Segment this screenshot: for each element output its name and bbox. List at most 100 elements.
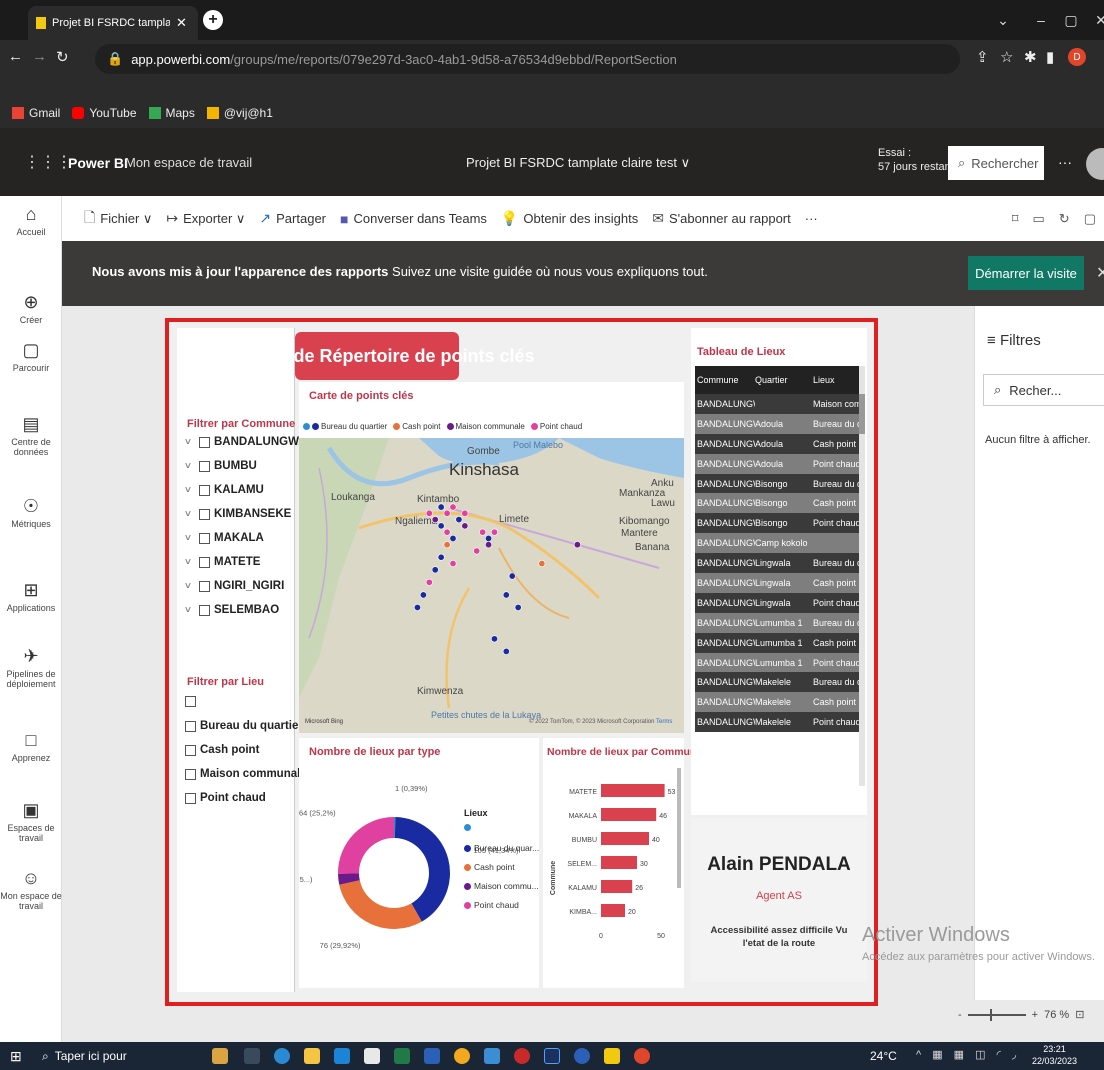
nav-item-creer[interactable]: ⊕ Créer: [0, 292, 62, 325]
excel-icon[interactable]: [394, 1048, 410, 1064]
report-title-dropdown[interactable]: Projet BI FSRDC tamplate claire test ∨: [466, 155, 690, 171]
map-point[interactable]: [443, 509, 451, 517]
share-page-icon[interactable]: ⇪: [976, 48, 989, 66]
donut-chart-visual[interactable]: Nombre de lieux par type 1 (0,39%) 105 (4…: [299, 738, 539, 988]
bookmark-icon[interactable]: ⌑: [1012, 211, 1019, 227]
nav-item-mon-espace[interactable]: ☺ Mon espace de travail: [0, 868, 62, 911]
table-row[interactable]: BANDALUNGWAMakelele Bureau du q: [695, 672, 859, 693]
table-scrollbar[interactable]: [859, 366, 865, 786]
start-tour-button[interactable]: Démarrer la visite: [968, 256, 1084, 290]
donut-slice[interactable]: [339, 880, 422, 929]
nav-item-espaces[interactable]: ▣ Espaces de travail: [0, 800, 62, 843]
donut-legend-item[interactable]: Cash point: [464, 862, 515, 872]
star-icon[interactable]: ☆: [1000, 48, 1013, 66]
map-point[interactable]: [490, 635, 498, 643]
slicer-commune-item[interactable]: ˅ BANDALUNGWA: [185, 436, 307, 448]
chrome-icon[interactable]: [454, 1048, 470, 1064]
checkbox[interactable]: [185, 744, 196, 756]
map-point[interactable]: [485, 541, 493, 549]
map-visual[interactable]: Carte de points clés Bureau du quartier …: [299, 382, 684, 733]
checkbox[interactable]: [185, 696, 196, 707]
user-avatar[interactable]: [1086, 148, 1104, 180]
map-point[interactable]: [502, 647, 510, 655]
slicer-lieu-item[interactable]: Cash point: [185, 744, 259, 756]
maximize-icon[interactable]: ▢: [1056, 8, 1086, 32]
table-row[interactable]: BANDALUNGWABisongo Cash point: [695, 493, 859, 514]
donut-slice[interactable]: [338, 817, 394, 874]
zoom-out-icon[interactable]: -: [958, 1009, 962, 1021]
legend-item[interactable]: Cash point: [393, 422, 441, 431]
zoom-slider[interactable]: [967, 1008, 1026, 1021]
map-point[interactable]: [443, 528, 451, 536]
map-point[interactable]: [502, 591, 510, 599]
map-point[interactable]: [485, 534, 493, 542]
outlook-icon[interactable]: [484, 1048, 500, 1064]
bar[interactable]: [601, 856, 637, 869]
table-row[interactable]: BANDALUNGWALingwala Point chaud: [695, 592, 859, 613]
donut-legend-item[interactable]: [464, 824, 474, 831]
chevron-down-icon[interactable]: ˅: [185, 581, 195, 592]
slicer-lieu-item[interactable]: Maison communale: [185, 768, 307, 780]
table-row[interactable]: BANDALUNGWAAdoula Bureau du q: [695, 413, 859, 434]
export-menu-button[interactable]: ↦ Exporter ∨: [166, 210, 245, 227]
bar-scrollbar[interactable]: [677, 768, 681, 888]
map-point[interactable]: [425, 578, 433, 586]
table-row[interactable]: BANDALUNGWAAdoula Cash point: [695, 433, 859, 454]
taskbar-clock[interactable]: 23:21 22/03/2023: [1032, 1043, 1077, 1067]
subscribe-button[interactable]: ✉ S'abonner au rapport: [652, 210, 790, 227]
nav-item-centre-donnees[interactable]: ▤ Centre de données: [0, 414, 62, 457]
powerbi-icon[interactable]: [604, 1048, 620, 1064]
table-row[interactable]: BANDALUNGWABisongo Point chaud: [695, 513, 859, 534]
chevron-down-icon[interactable]: ˅: [185, 605, 195, 616]
new-tab-button[interactable]: +: [203, 10, 223, 30]
map-point[interactable]: [473, 547, 481, 555]
taskbar-app-icon[interactable]: [212, 1048, 228, 1064]
app-red-icon[interactable]: [514, 1048, 530, 1064]
zoom-control[interactable]: - + 76 % ⊡: [958, 1008, 1084, 1021]
chevron-down-icon[interactable]: ˅: [185, 557, 195, 568]
edge-icon[interactable]: [274, 1048, 290, 1064]
map-point[interactable]: [425, 509, 433, 517]
profile-avatar[interactable]: D: [1068, 48, 1086, 66]
tab-close-icon[interactable]: ✕: [176, 15, 187, 31]
table-row[interactable]: BANDALUNGWALingwala Bureau du q: [695, 553, 859, 574]
window-close-icon[interactable]: ✕: [1086, 8, 1104, 32]
table-row[interactable]: BANDALUNGWALumumba 1 Bureau du q: [695, 612, 859, 633]
slicer-commune-item[interactable]: ˅ MAKALA: [185, 532, 264, 544]
browser-tab[interactable]: Projet BI FSRDC tamplate claire t ✕: [28, 6, 198, 40]
slicer-commune-item[interactable]: ˅ SELEMBAO: [185, 604, 279, 616]
map-point[interactable]: [490, 528, 498, 536]
checkbox[interactable]: [199, 556, 210, 568]
map-point[interactable]: [449, 560, 457, 568]
chevron-down-icon[interactable]: ˅: [185, 437, 195, 448]
table-row[interactable]: BANDALUNGWA Maison com: [695, 394, 859, 414]
table-row[interactable]: BANDALUNGWAMakelele Point chaud: [695, 712, 859, 733]
map-canvas[interactable]: Gombe Pool Malebo Kinshasa Loukanga Kint…: [299, 438, 684, 733]
bar[interactable]: [601, 832, 649, 845]
bar-chart-visual[interactable]: Nombre de lieux par Commune MATETE 53 MAKA…: [543, 738, 702, 988]
map-point[interactable]: [437, 503, 445, 511]
windows-start-icon[interactable]: ⊞: [10, 1048, 22, 1065]
mail-icon[interactable]: [334, 1048, 350, 1064]
chevron-down-icon[interactable]: ˅: [185, 461, 195, 472]
checkbox[interactable]: [199, 532, 210, 544]
url-input[interactable]: 🔒 app.powerbi.com/groups/me/reports/079e…: [95, 44, 960, 74]
map-point[interactable]: [508, 572, 516, 580]
photoshop-icon[interactable]: [544, 1048, 560, 1064]
bookmark-youtube[interactable]: YouTube: [72, 106, 137, 120]
nav-item-pipelines[interactable]: ✈ Pipelines de déploiement: [0, 646, 62, 689]
slicer-commune-item[interactable]: ˅ KIMBANSEKE: [185, 508, 291, 520]
reload-icon[interactable]: ↻: [56, 48, 69, 66]
refresh-icon[interactable]: ↻: [1059, 211, 1070, 227]
slicer-commune-item[interactable]: ˅ MATETE: [185, 556, 260, 568]
insights-button[interactable]: 💡 Obtenir des insights: [501, 210, 638, 227]
chevron-down-icon[interactable]: ˅: [185, 485, 195, 496]
copyright-app-icon[interactable]: [574, 1048, 590, 1064]
nav-item-parcourir[interactable]: ▢ Parcourir: [0, 340, 62, 373]
map-point[interactable]: [449, 534, 457, 542]
slicer-commune-item[interactable]: ˅ NGIRI_NGIRI: [185, 580, 284, 592]
map-point[interactable]: [443, 541, 451, 549]
back-icon[interactable]: ←: [8, 48, 23, 65]
checkbox[interactable]: [185, 720, 196, 732]
teams-button[interactable]: ■ Converser dans Teams: [340, 211, 487, 227]
